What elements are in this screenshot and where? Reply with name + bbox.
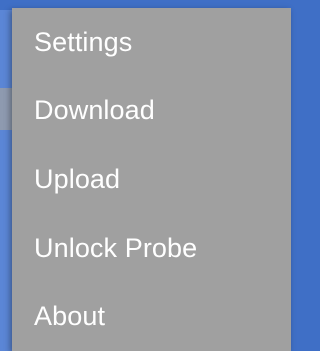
backdrop-screen (0, 10, 12, 351)
menu-item-label: Upload (34, 163, 121, 194)
menu-item-label: Unlock Probe (34, 232, 198, 263)
menu-item-about[interactable]: About (12, 282, 291, 351)
menu-item-label: About (34, 301, 106, 332)
menu-item-upload[interactable]: Upload (12, 145, 291, 214)
menu-item-unlock-probe[interactable]: Unlock Probe (12, 214, 291, 283)
menu-item-download[interactable]: Download (12, 77, 291, 146)
menu-item-settings[interactable]: Settings (12, 8, 291, 77)
menu-item-label: Settings (34, 26, 133, 57)
backdrop-list-item (0, 88, 12, 130)
menu-item-label: Download (34, 95, 155, 126)
overflow-menu: Settings Download Upload Unlock Probe Ab… (12, 8, 291, 351)
